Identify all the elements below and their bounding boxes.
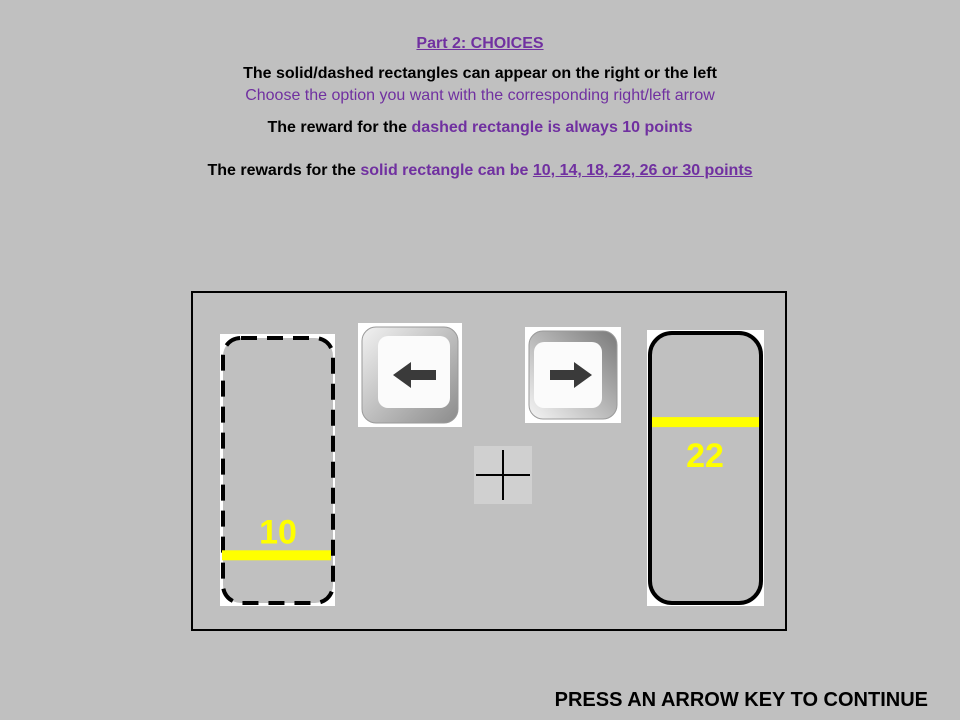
left-arrow-key[interactable] [358,323,462,427]
solid-rectangle-option: 22 [647,330,764,606]
dashed-reward-bar [222,550,331,561]
continue-prompt: PRESS AN ARROW KEY TO CONTINUE [554,689,928,711]
dashed-rectangle-option: 10 [220,334,335,606]
solid-reward-bar [652,417,759,428]
dashed-reward-label: 10 [259,513,297,551]
fixation-cross [474,446,532,504]
solid-reward-label: 22 [686,437,724,475]
choice-display: 10 22 [220,323,764,606]
right-arrow-key[interactable] [525,327,621,423]
